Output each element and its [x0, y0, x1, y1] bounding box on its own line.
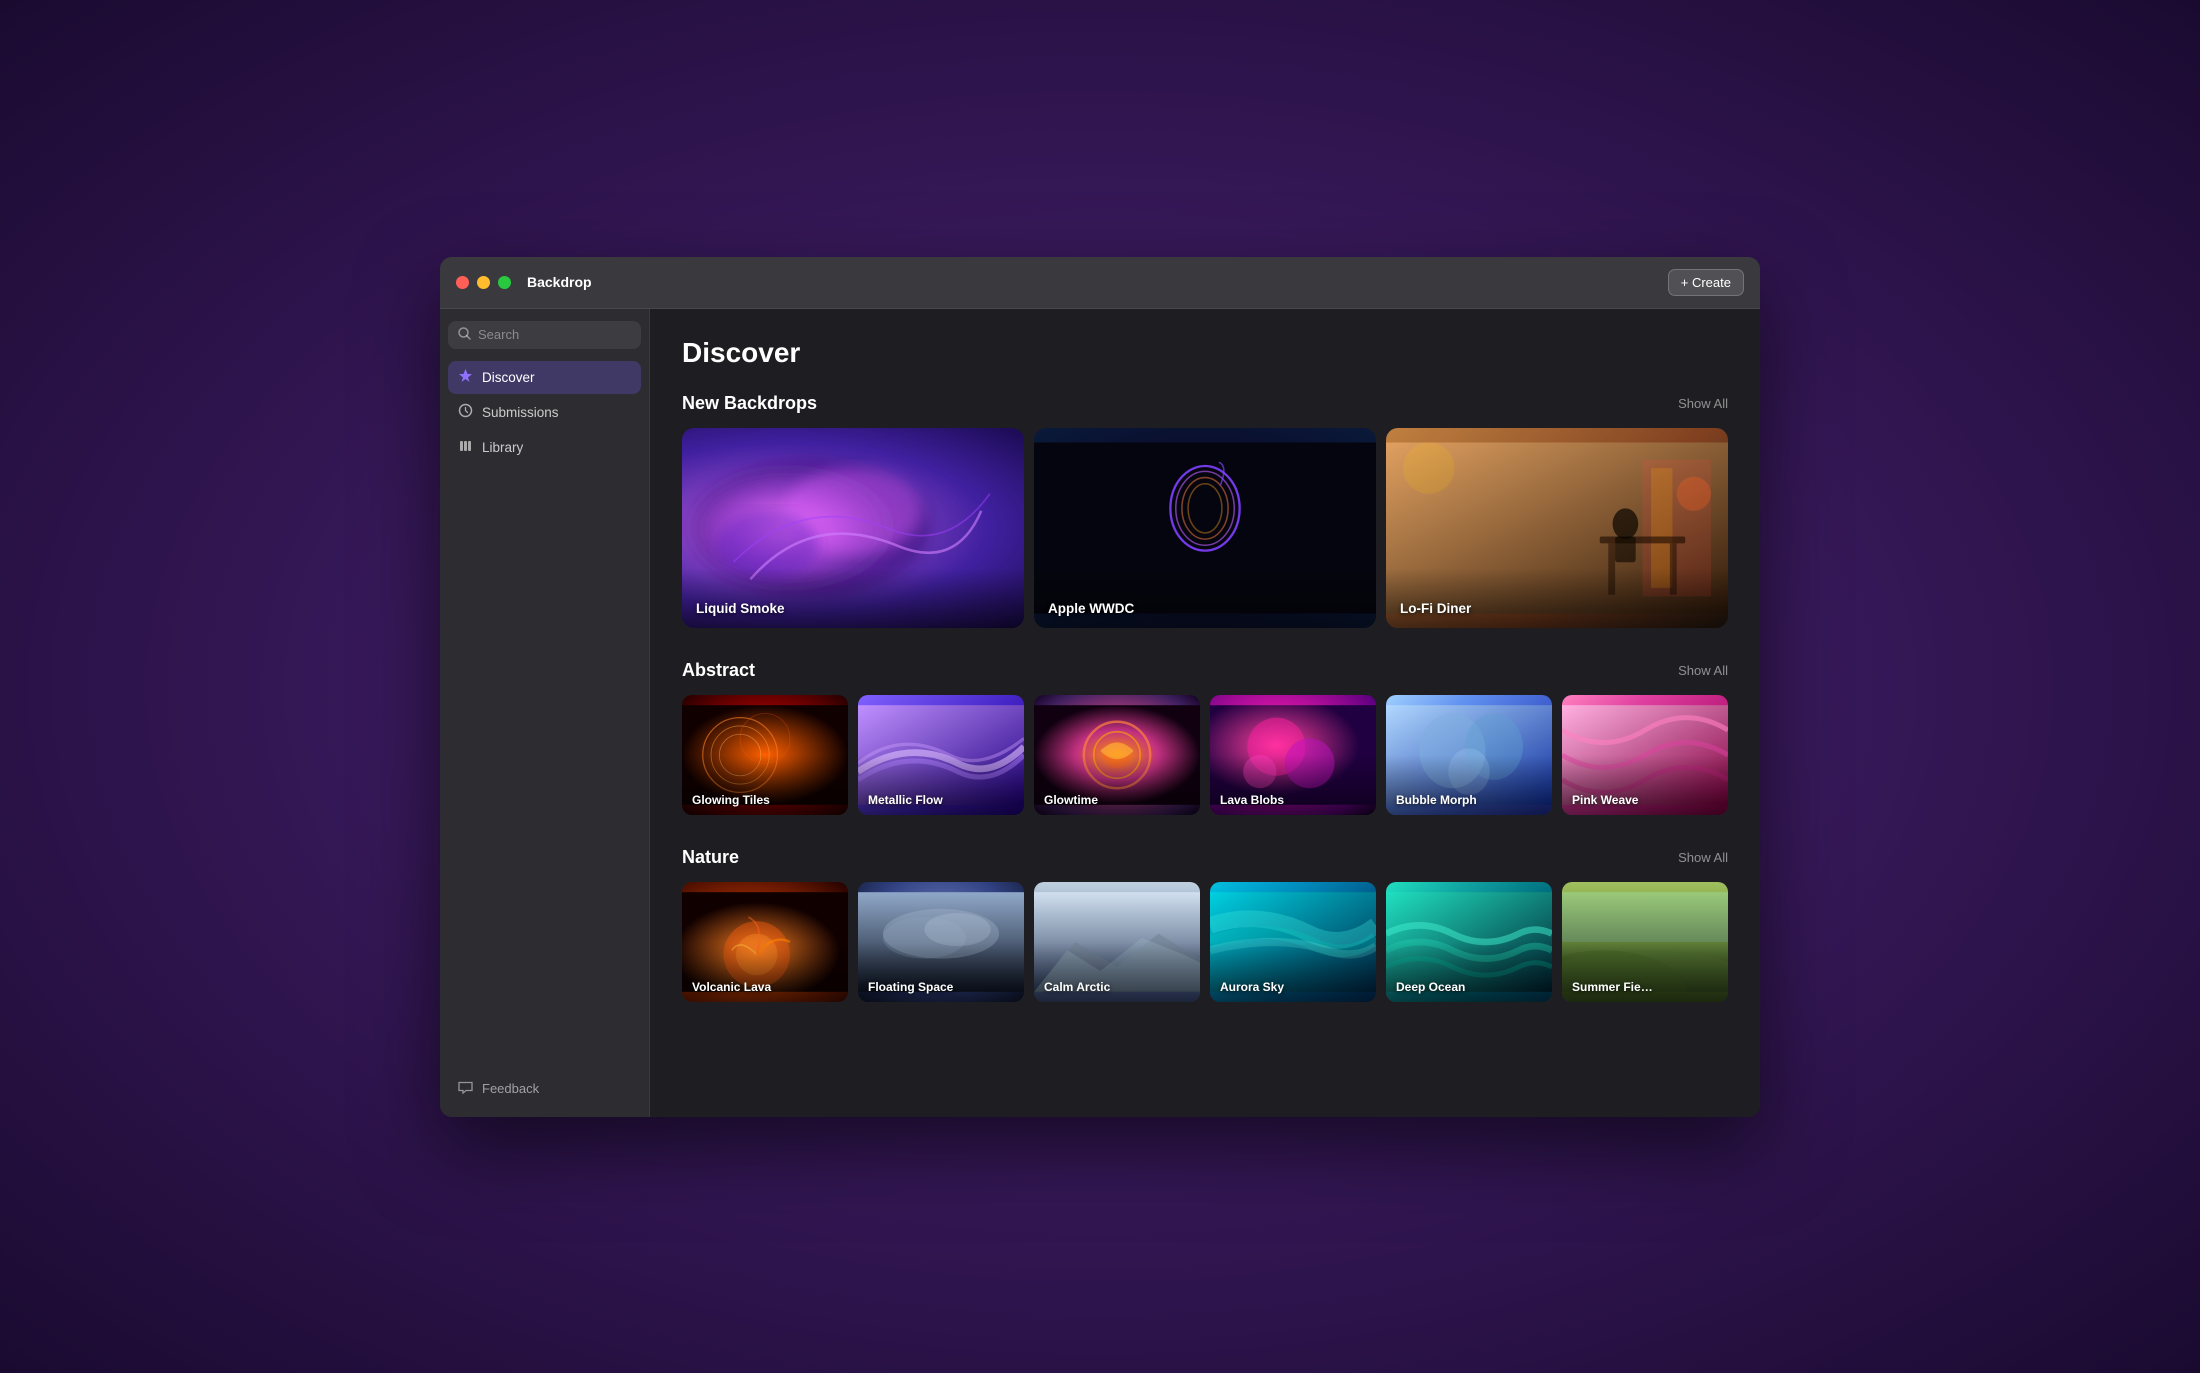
card-label-lava-blobs: Lava Blobs: [1220, 793, 1284, 807]
discover-icon: [458, 368, 473, 387]
main-layout: Discover Submissions: [440, 309, 1760, 1117]
traffic-lights: [456, 276, 511, 289]
card-label-lofi-diner: Lo-Fi Diner: [1400, 601, 1471, 616]
submissions-label: Submissions: [482, 405, 559, 420]
card-lofi-diner[interactable]: Lo-Fi Diner: [1386, 428, 1728, 628]
section-abstract: Abstract Show All: [682, 660, 1728, 815]
library-icon: [458, 438, 473, 457]
card-label-pink-weave: Pink Weave: [1572, 793, 1638, 807]
section-title-nature: Nature: [682, 847, 739, 868]
search-input[interactable]: [478, 327, 631, 342]
page-title: Discover: [682, 337, 1728, 369]
submissions-icon: [458, 403, 473, 422]
card-glowtime[interactable]: Glowtime: [1034, 695, 1200, 815]
card-label-floating-space: Floating Space: [868, 980, 953, 994]
search-icon: [458, 327, 471, 343]
card-metallic-flow[interactable]: Metallic Flow: [858, 695, 1024, 815]
card-label-calm-arctic: Calm Arctic: [1044, 980, 1110, 994]
app-window: Backdrop + Create Dis: [440, 257, 1760, 1117]
section-title-abstract: Abstract: [682, 660, 755, 681]
card-overlay: [1386, 568, 1728, 628]
sidebar-item-discover[interactable]: Discover: [448, 361, 641, 394]
card-label-glowing-tiles: Glowing Tiles: [692, 793, 770, 807]
feedback-icon: [458, 1080, 473, 1098]
abstract-grid: Glowing Tiles Metallic Flow: [682, 695, 1728, 815]
section-new-backdrops: New Backdrops Show All: [682, 393, 1728, 628]
feedback-label: Feedback: [482, 1081, 539, 1096]
card-label-aurora-sky: Aurora Sky: [1220, 980, 1284, 994]
card-volcanic-lava[interactable]: Volcanic Lava: [682, 882, 848, 1002]
card-label-bubble-morph: Bubble Morph: [1396, 793, 1477, 807]
app-title: Backdrop: [527, 274, 1668, 290]
card-apple-wwdc[interactable]: Apple WWDC: [1034, 428, 1376, 628]
card-glowing-tiles[interactable]: Glowing Tiles: [682, 695, 848, 815]
library-label: Library: [482, 440, 523, 455]
sidebar-item-library[interactable]: Library: [448, 431, 641, 464]
card-label-glowtime: Glowtime: [1044, 793, 1098, 807]
titlebar: Backdrop + Create: [440, 257, 1760, 309]
card-calm-arctic[interactable]: Calm Arctic: [1034, 882, 1200, 1002]
card-overlay: [1034, 568, 1376, 628]
feedback-item[interactable]: Feedback: [448, 1073, 641, 1105]
show-all-new[interactable]: Show All: [1678, 396, 1728, 411]
card-pink-weave[interactable]: Pink Weave: [1562, 695, 1728, 815]
card-deep-ocean[interactable]: Deep Ocean: [1386, 882, 1552, 1002]
featured-grid: Liquid Smoke: [682, 428, 1728, 628]
card-bubble-morph[interactable]: Bubble Morph: [1386, 695, 1552, 815]
section-header-abstract: Abstract Show All: [682, 660, 1728, 681]
minimize-button[interactable]: [477, 276, 490, 289]
section-nature: Nature Show All: [682, 847, 1728, 1002]
card-label-summer-field: Summer Fie…: [1572, 980, 1653, 994]
sidebar: Discover Submissions: [440, 309, 650, 1117]
discover-label: Discover: [482, 370, 535, 385]
maximize-button[interactable]: [498, 276, 511, 289]
card-overlay: [682, 568, 1024, 628]
create-button[interactable]: + Create: [1668, 269, 1744, 296]
nature-grid: Volcanic Lava Floating Space: [682, 882, 1728, 1002]
content-area: Discover New Backdrops Show All: [650, 309, 1760, 1117]
section-header-new: New Backdrops Show All: [682, 393, 1728, 414]
card-label-apple-wwdc: Apple WWDC: [1048, 601, 1134, 616]
card-summer-field[interactable]: Summer Fie…: [1562, 882, 1728, 1002]
search-box[interactable]: [448, 321, 641, 349]
card-lava-blobs[interactable]: Lava Blobs: [1210, 695, 1376, 815]
sidebar-item-submissions[interactable]: Submissions: [448, 396, 641, 429]
card-label-liquid-smoke: Liquid Smoke: [696, 601, 785, 616]
card-label-volcanic-lava: Volcanic Lava: [692, 980, 771, 994]
card-label-metallic-flow: Metallic Flow: [868, 793, 943, 807]
card-label-deep-ocean: Deep Ocean: [1396, 980, 1465, 994]
section-title-new: New Backdrops: [682, 393, 817, 414]
card-aurora-sky[interactable]: Aurora Sky: [1210, 882, 1376, 1002]
section-header-nature: Nature Show All: [682, 847, 1728, 868]
show-all-nature[interactable]: Show All: [1678, 850, 1728, 865]
card-liquid-smoke[interactable]: Liquid Smoke: [682, 428, 1024, 628]
close-button[interactable]: [456, 276, 469, 289]
show-all-abstract[interactable]: Show All: [1678, 663, 1728, 678]
card-floating-space[interactable]: Floating Space: [858, 882, 1024, 1002]
